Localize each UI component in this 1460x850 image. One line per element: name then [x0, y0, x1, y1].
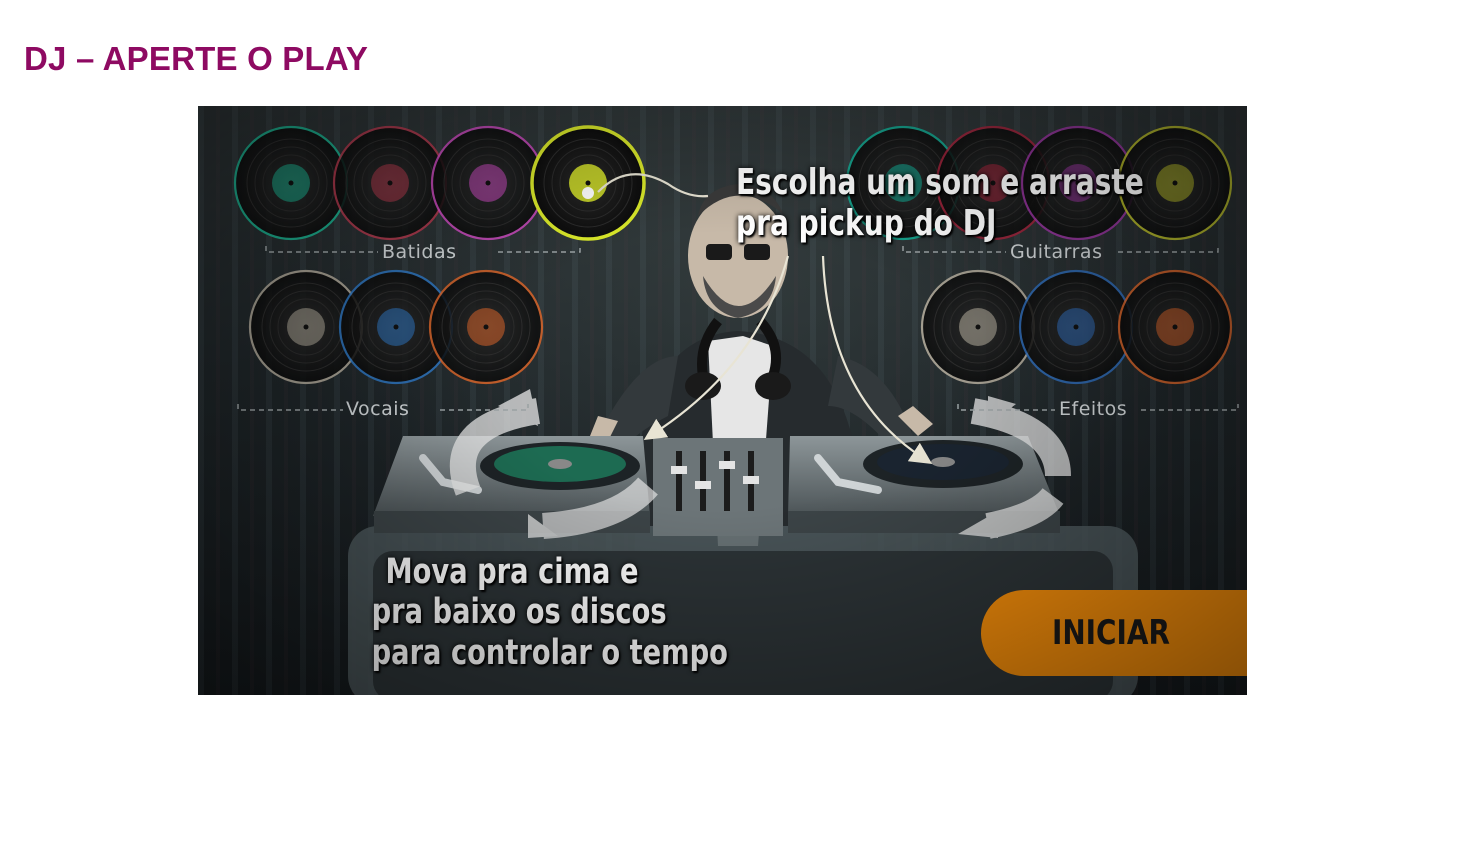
- start-button-label: INICIAR: [1052, 613, 1170, 653]
- instruction-choose-line-2: pra pickup do DJ: [736, 203, 997, 245]
- vinyl-record-effects-1[interactable]: [920, 269, 1036, 385]
- instruction-move-line-3: para controlar o tempo: [371, 632, 728, 673]
- vinyl-record-beats-3[interactable]: [430, 125, 546, 241]
- drag-cursor-dot: [582, 187, 594, 199]
- instruction-move-records: Mova pra cima e pra baixo os discos para…: [371, 552, 728, 673]
- instruction-choose-sound: Escolha um som e arraste pra pickup do D…: [736, 162, 1144, 245]
- vinyl-record-effects-3[interactable]: [1117, 269, 1233, 385]
- vinyl-record-beats-4[interactable]: [530, 125, 646, 241]
- section-label-effects: Efeitos: [1059, 398, 1128, 420]
- vinyl-record-vocals-3[interactable]: [428, 269, 544, 385]
- vinyl-record-effects-2[interactable]: [1018, 269, 1134, 385]
- dj-game-stage: Batidas Guitarras Vocais Efeitos Escolha…: [198, 106, 1247, 695]
- instruction-move-line-1: Mova pra cima e: [385, 552, 639, 592]
- instruction-move-line-2: pra baixo os discos: [371, 592, 667, 633]
- section-label-vocals: Vocais: [346, 398, 410, 420]
- dj-mixer[interactable]: [653, 438, 783, 536]
- start-button[interactable]: INICIAR: [981, 590, 1247, 676]
- instruction-choose-line-1: Escolha um som e arraste: [736, 162, 1144, 203]
- vinyl-record-beats-1[interactable]: [233, 125, 349, 241]
- section-label-beats: Batidas: [382, 241, 457, 263]
- page-title: DJ – APERTE O PLAY: [24, 40, 369, 77]
- vinyl-record-beats-2[interactable]: [332, 125, 448, 241]
